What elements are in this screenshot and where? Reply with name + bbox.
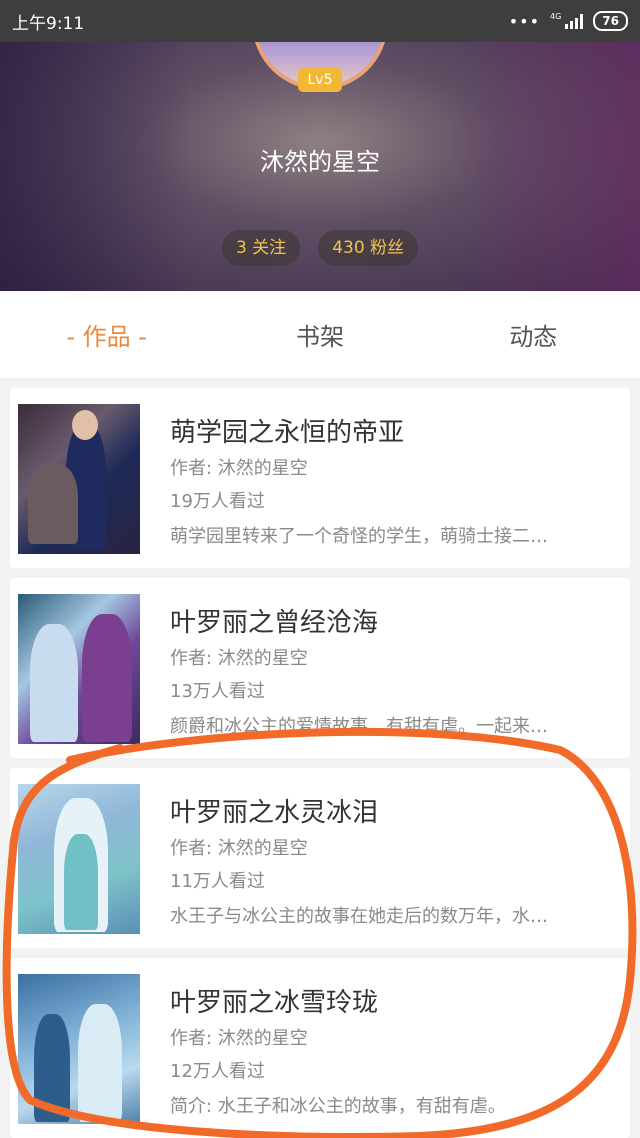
book-cover[interactable]	[18, 404, 140, 554]
work-description: 萌学园里转来了一个奇怪的学生，萌骑士接二…	[170, 526, 548, 547]
work-views: 12万人看过	[170, 1061, 265, 1082]
work-card[interactable]: 萌学园之永恒的帝亚 作者: 沐然的星空 19万人看过 萌学园里转来了一个奇怪的学…	[10, 388, 630, 568]
status-icons: ••• 4G 76	[509, 11, 628, 31]
tab-bookshelf[interactable]: 书架	[213, 317, 426, 352]
work-card[interactable]: 叶罗丽之水灵冰泪 作者: 沐然的星空 11万人看过 水王子与冰公主的故事在她走后…	[10, 768, 630, 948]
profile-stats: 3 关注 430 粉丝	[0, 230, 640, 266]
work-views: 13万人看过	[170, 681, 265, 702]
work-description: 颜爵和冰公主的爱情故事，有甜有虐。一起来…	[170, 716, 548, 737]
work-title[interactable]: 叶罗丽之曾经沧海	[170, 602, 378, 639]
tab-works[interactable]: - 作品 -	[0, 317, 213, 352]
level-badge: Lv5	[298, 68, 342, 92]
book-cover[interactable]	[18, 974, 140, 1124]
work-author: 作者: 沐然的星空	[170, 1028, 308, 1049]
work-views: 11万人看过	[170, 871, 265, 892]
work-description: 简介: 水王子和冰公主的故事，有甜有虐。	[170, 1096, 506, 1117]
status-bar: 上午9:11 ••• 4G 76	[0, 0, 640, 42]
more-dots-icon: •••	[508, 11, 540, 31]
works-list: 萌学园之永恒的帝亚 作者: 沐然的星空 19万人看过 萌学园里转来了一个奇怪的学…	[10, 388, 630, 1138]
battery-icon: 76	[593, 11, 628, 31]
status-time: 上午9:11	[12, 13, 85, 34]
book-cover[interactable]	[18, 594, 140, 744]
work-description: 水王子与冰公主的故事在她走后的数万年，水…	[170, 906, 548, 927]
tab-activity[interactable]: 动态	[427, 317, 640, 352]
tab-bar: - 作品 - 书架 动态	[0, 291, 640, 378]
work-title[interactable]: 叶罗丽之水灵冰泪	[170, 792, 378, 829]
work-title[interactable]: 叶罗丽之冰雪玲珑	[170, 982, 378, 1019]
work-views: 19万人看过	[170, 491, 265, 512]
work-author: 作者: 沐然的星空	[170, 648, 308, 669]
work-author: 作者: 沐然的星空	[170, 838, 308, 859]
book-cover[interactable]	[18, 784, 140, 934]
followers-button[interactable]: 430 粉丝	[318, 230, 419, 266]
work-author: 作者: 沐然的星空	[170, 458, 308, 479]
username: 沐然的星空	[260, 148, 380, 176]
work-card[interactable]: 叶罗丽之曾经沧海 作者: 沐然的星空 13万人看过 颜爵和冰公主的爱情故事，有甜…	[10, 578, 630, 758]
signal-icon: 4G	[550, 12, 584, 29]
following-button[interactable]: 3 关注	[221, 230, 301, 266]
profile-header: Lv5 沐然的星空 3 关注 430 粉丝	[0, 42, 640, 291]
work-card[interactable]: 叶罗丽之冰雪玲珑 作者: 沐然的星空 12万人看过 简介: 水王子和冰公主的故事…	[10, 958, 630, 1138]
work-title[interactable]: 萌学园之永恒的帝亚	[170, 412, 404, 449]
network-type: 4G	[550, 12, 562, 21]
